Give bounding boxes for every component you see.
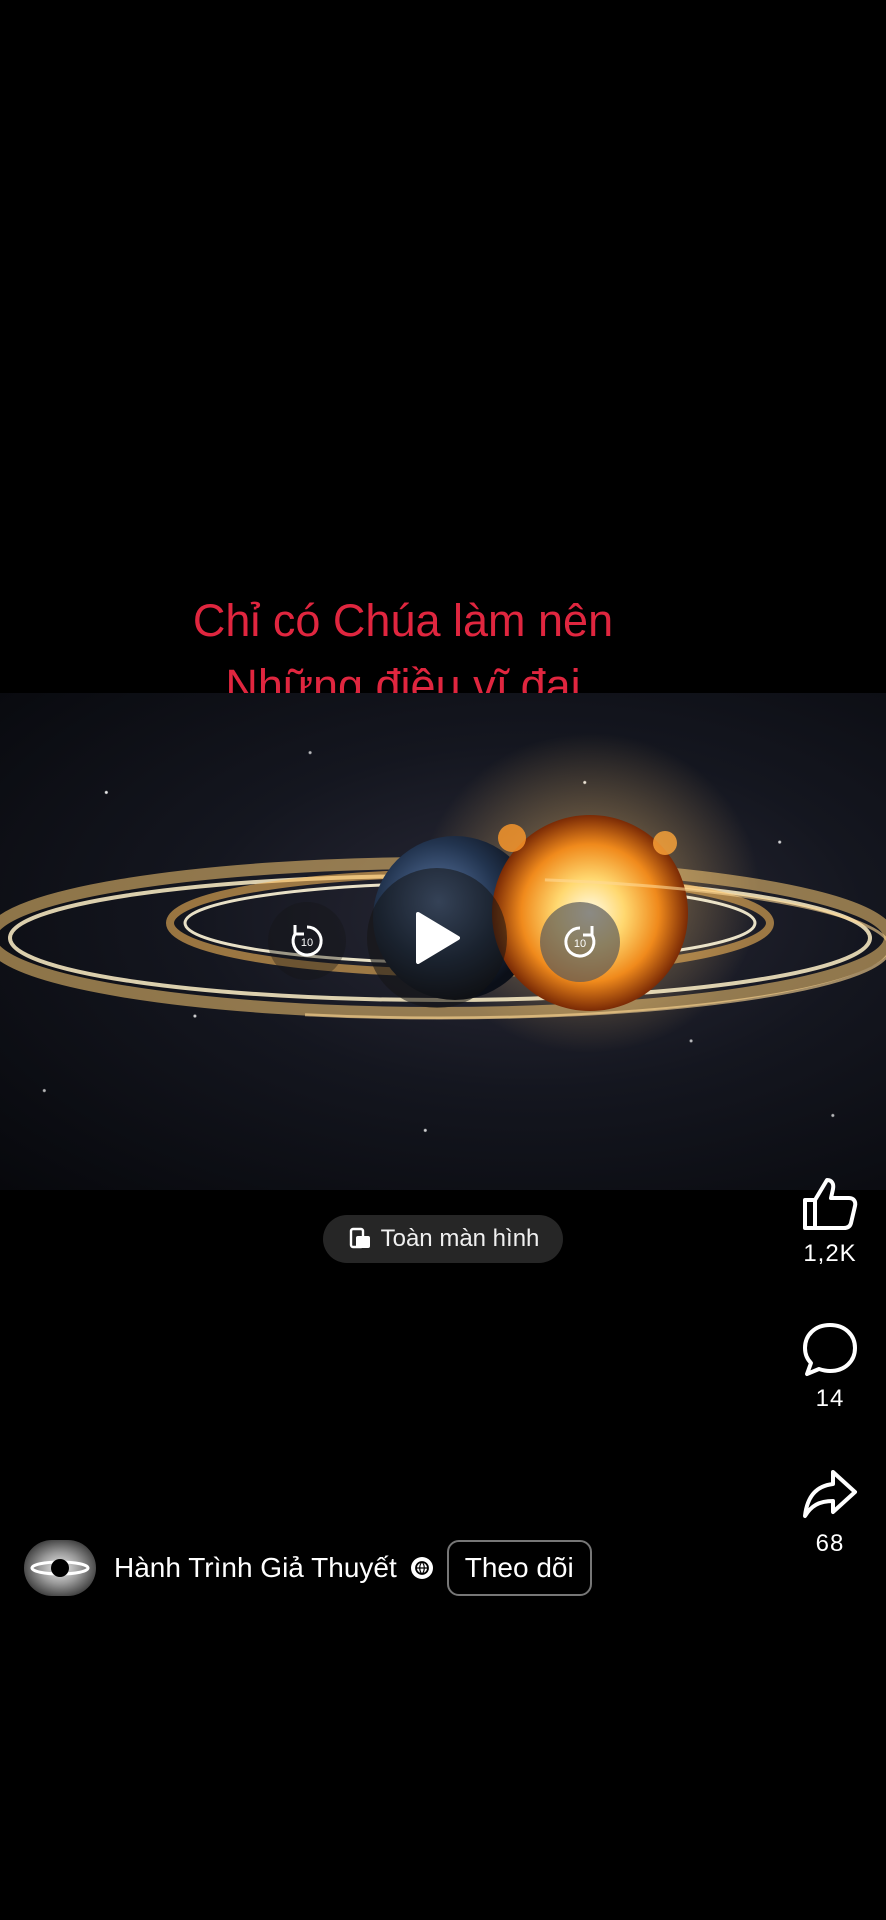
comment-bubble-icon xyxy=(803,1323,857,1376)
like-action[interactable]: 1,2K xyxy=(782,1176,878,1268)
share-arrow-icon xyxy=(803,1470,857,1518)
thumbs-up-icon xyxy=(803,1178,858,1230)
channel-avatar[interactable] xyxy=(24,1540,96,1596)
fullscreen-label: Toàn màn hình xyxy=(380,1225,540,1252)
caption-line-1: Chỉ có Chúa làm nên xyxy=(192,595,614,646)
fullscreen-button[interactable]: Toàn màn hình xyxy=(323,1215,563,1263)
follow-button[interactable]: Theo dõi xyxy=(446,1540,592,1596)
fullscreen-rotate-icon xyxy=(349,1227,370,1249)
like-count: 1,2K xyxy=(803,1240,857,1267)
rewind-10-label: 10 xyxy=(301,937,313,949)
play-button[interactable] xyxy=(367,868,507,1008)
channel-name[interactable]: Hành Trình Giả Thuyết xyxy=(114,1552,397,1584)
comment-count: 14 xyxy=(815,1385,845,1412)
comment-action[interactable]: 14 xyxy=(782,1321,878,1413)
share-count: 68 xyxy=(815,1530,845,1557)
black-hole-logo-icon xyxy=(30,1559,90,1577)
forward-10-button[interactable]: 10 xyxy=(540,902,620,982)
forward-10-icon: 10 xyxy=(564,926,596,958)
rewind-10-icon: 10 xyxy=(291,925,323,957)
play-icon xyxy=(416,912,460,964)
share-action[interactable]: 68 xyxy=(782,1466,878,1558)
rewind-10-button[interactable]: 10 xyxy=(268,902,346,980)
channel-row: Hành Trình Giả Thuyết Theo dõi xyxy=(24,1540,664,1596)
verified-globe-icon xyxy=(410,1557,433,1579)
forward-10-label: 10 xyxy=(574,938,586,950)
